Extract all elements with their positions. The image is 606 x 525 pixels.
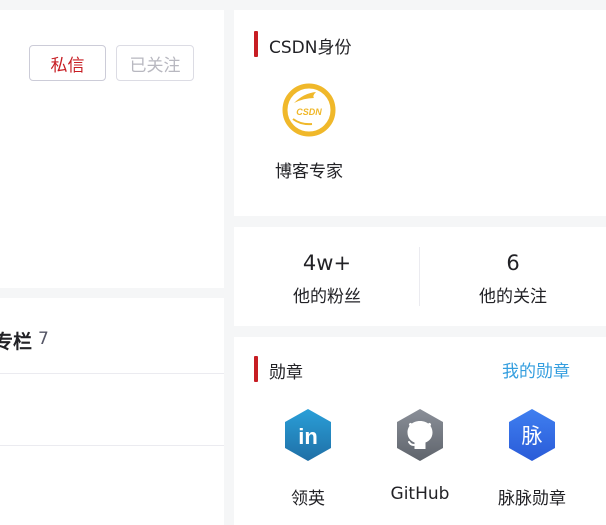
columns-count: 7 [38,329,49,349]
medal-label: GitHub [390,484,450,504]
linkedin-icon: in [285,409,331,461]
section-marker [254,31,258,57]
medal-label: 领英 [291,489,325,509]
columns-divider [0,445,224,446]
medal-maimai[interactable]: 脉 脉脉勋章 [487,407,577,517]
columns-title: 专栏 [0,331,33,353]
following-stat[interactable]: 6 他的关注 [420,227,606,326]
following-count: 6 [506,251,520,275]
github-icon [397,409,443,461]
maimai-glyph: 脉 [522,424,543,448]
medal-label: 脉脉勋章 [498,489,566,509]
identity-card: CSDN身份 CSDN 博客专家 [234,10,606,216]
linkedin-glyph: in [298,424,318,449]
maimai-icon: 脉 [509,409,555,461]
columns-divider [0,373,224,374]
medals-card: 勋章 我的勋章 in 领英 GitHub 脉 脉脉勋章 [234,337,606,525]
my-medals-link[interactable]: 我的勋章 [502,357,570,382]
section-marker [254,356,258,382]
profile-card: 私信 已关注 [0,10,224,288]
blog-expert-badge-icon[interactable]: CSDN [282,83,336,137]
followed-button[interactable]: 已关注 [116,45,194,81]
badge-text: CSDN [296,107,322,117]
message-button[interactable]: 私信 [29,45,106,81]
following-label: 他的关注 [479,287,547,307]
fans-count: 4w+ [302,251,352,275]
columns-card: 专栏 7 [0,298,224,525]
medals-title: 勋章 [269,363,303,383]
fans-stat[interactable]: 4w+ 他的粉丝 [234,227,420,326]
identity-title: CSDN身份 [269,38,352,58]
medal-github[interactable]: GitHub [375,407,465,517]
blog-expert-label: 博客专家 [275,162,343,182]
stats-card: 4w+ 他的粉丝 6 他的关注 [234,227,606,326]
medal-linkedin[interactable]: in 领英 [263,407,353,517]
fans-label: 他的粉丝 [293,287,361,307]
